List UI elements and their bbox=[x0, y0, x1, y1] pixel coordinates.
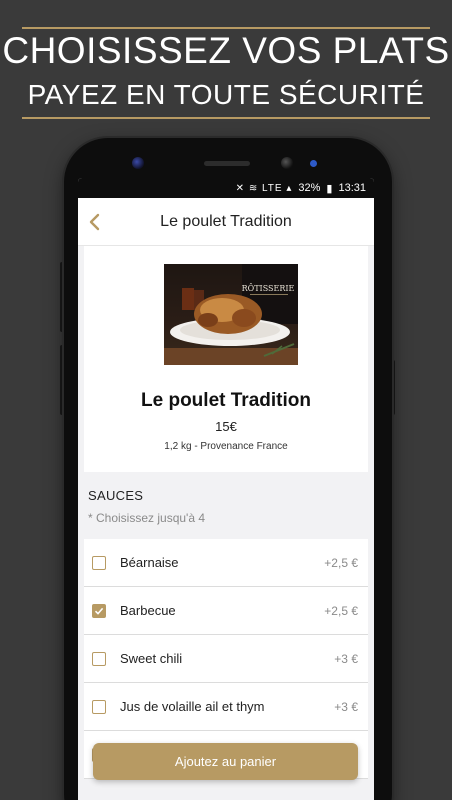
sauce-option-barbecue[interactable]: Barbecue +2,5 € bbox=[84, 587, 368, 635]
sauce-option-jus-volaille[interactable]: Jus de volaille ail et thym +3 € bbox=[84, 683, 368, 731]
headline-choose: CHOISISSEZ VOS PLATS bbox=[2, 30, 450, 71]
sauce-option-sweet-chili[interactable]: Sweet chili +3 € bbox=[84, 635, 368, 683]
sauce-price: +3 € bbox=[334, 651, 358, 666]
chevron-left-icon bbox=[89, 213, 100, 231]
sauce-option-bearnaise[interactable]: Béarnaise +2,5 € bbox=[84, 539, 368, 587]
sauces-section-header: SAUCES * Choisissez jusqu'à 4 bbox=[78, 472, 374, 525]
phone-speaker bbox=[204, 161, 250, 166]
status-bar: ✕ ≋ LTE ▴ 32% ▮ 13:31 bbox=[78, 178, 374, 198]
status-icons: ✕ ≋ LTE ▴ bbox=[235, 182, 293, 194]
sauces-subtitle: * Choisissez jusqu'à 4 bbox=[88, 511, 206, 525]
phone-led bbox=[310, 160, 317, 167]
sauce-label: Barbecue bbox=[120, 603, 176, 618]
rotisserie-sign: RÔTISSERIE bbox=[242, 284, 295, 293]
sauce-price: +2,5 € bbox=[324, 555, 358, 570]
battery-icon: ▮ bbox=[326, 182, 333, 195]
phone-screen: ✕ ≋ LTE ▴ 32% ▮ 13:31 Le poulet Traditio… bbox=[78, 178, 374, 800]
battery-level: 32% bbox=[298, 182, 321, 194]
add-to-cart-button[interactable]: Ajoutez au panier bbox=[93, 743, 358, 780]
banner-top-line bbox=[22, 27, 430, 29]
sauce-label: Béarnaise bbox=[120, 555, 179, 570]
banner-bottom-line bbox=[22, 117, 430, 119]
sauce-price: +2,5 € bbox=[324, 603, 358, 618]
product-price: 15€ bbox=[215, 419, 237, 434]
back-button[interactable] bbox=[82, 210, 106, 234]
sauce-label: Jus de volaille ail et thym bbox=[120, 699, 265, 714]
checkbox-unchecked-icon[interactable] bbox=[92, 699, 106, 714]
phone-sensor bbox=[132, 157, 144, 169]
product-meta: 1,2 kg - Provenance France bbox=[164, 441, 288, 452]
product-name: Le poulet Tradition bbox=[141, 390, 311, 411]
page-title: Le poulet Tradition bbox=[160, 212, 292, 230]
sauce-label: Sweet chili bbox=[120, 651, 183, 666]
sauces-title: SAUCES bbox=[88, 488, 144, 503]
status-time: 13:31 bbox=[338, 182, 366, 194]
product-card: RÔTISSERIE Le poulet Tradition 15€ 1,2 k… bbox=[84, 246, 368, 472]
checkbox-checked-icon[interactable] bbox=[92, 603, 106, 618]
product-image: RÔTISSERIE bbox=[164, 264, 298, 365]
headline-pay: PAYEZ EN TOUTE SÉCURITÉ bbox=[27, 79, 425, 110]
checkbox-unchecked-icon[interactable] bbox=[92, 651, 106, 666]
app-bar: Le poulet Tradition bbox=[78, 198, 374, 246]
checkbox-unchecked-icon[interactable] bbox=[92, 555, 106, 570]
sauce-price: +3 € bbox=[334, 699, 358, 714]
phone-front-camera bbox=[281, 157, 293, 169]
